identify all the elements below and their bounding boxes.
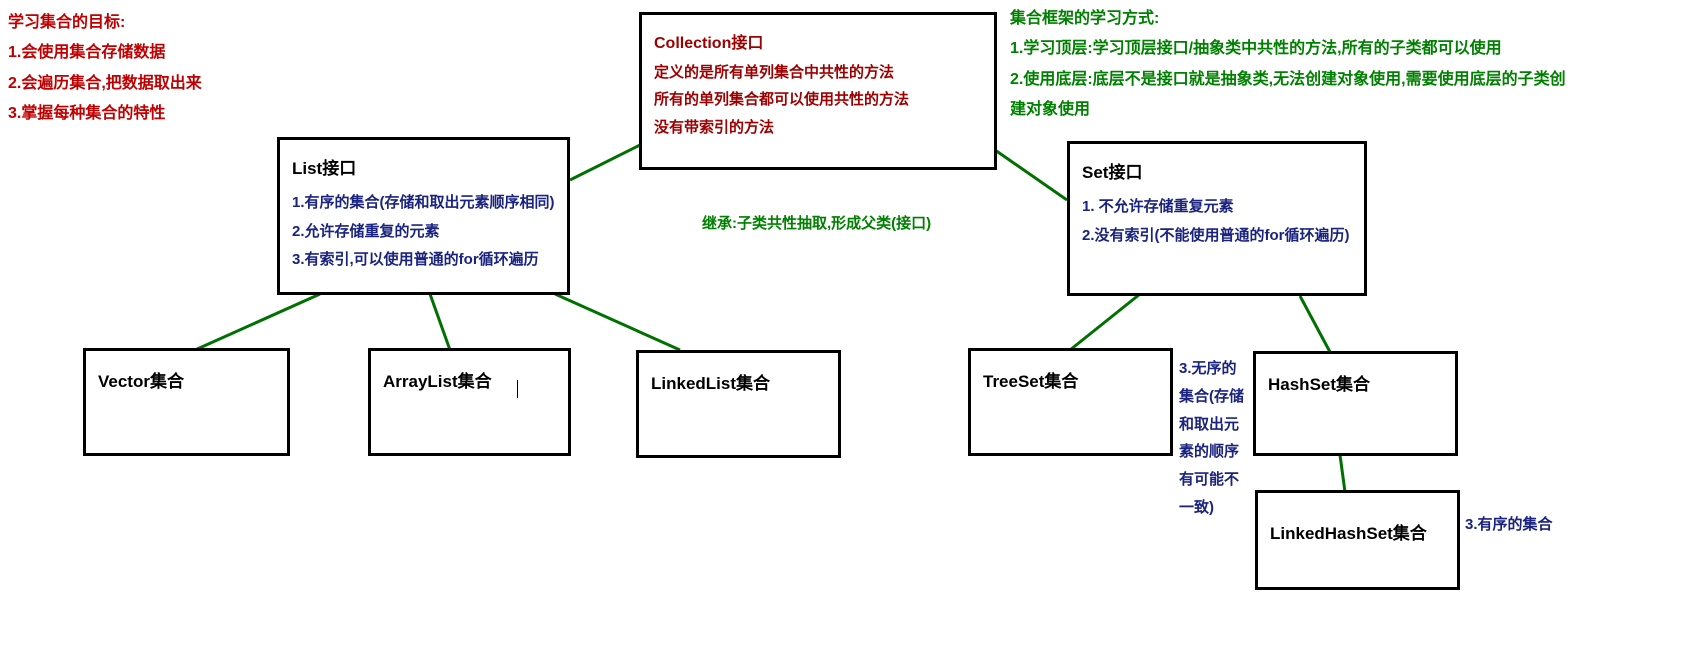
list-line-3: 3.有索引,可以使用普通的for循环遍历 — [292, 246, 555, 275]
study-method-item-1: 1.学习顶层:学习顶层接口/抽象类中共性的方法,所有的子类都可以使用 — [1010, 34, 1570, 64]
study-method: 集合框架的学习方式: 1.学习顶层:学习顶层接口/抽象类中共性的方法,所有的子类… — [1010, 4, 1570, 126]
linkedlist-title: LinkedList集合 — [651, 369, 826, 394]
treeset-title: TreeSet集合 — [983, 367, 1158, 392]
hashset-note: 3.无序的集合(存储和取出元素的顺序有可能不一致) — [1179, 355, 1251, 522]
collection-line-2: 所有的单列集合都可以使用共性的方法 — [654, 86, 982, 114]
linkedhashset-note: 3.有序的集合 — [1465, 511, 1553, 539]
collection-line-3: 没有带索引的方法 — [654, 114, 982, 142]
collection-title: Collection接口 — [654, 29, 982, 59]
linkedhashset-box: LinkedHashSet集合 — [1255, 490, 1460, 590]
list-title: List接口 — [292, 154, 555, 179]
study-method-title: 集合框架的学习方式: — [1010, 4, 1570, 34]
linkedlist-box: LinkedList集合 — [636, 350, 841, 458]
collection-line-1: 定义的是所有单列集合中共性的方法 — [654, 59, 982, 87]
set-line-1: 1. 不允许存储重复元素 — [1082, 193, 1352, 222]
arraylist-box: ArrayList集合 — [368, 348, 571, 456]
list-line-2: 2.允许存储重复的元素 — [292, 218, 555, 247]
set-title: Set接口 — [1082, 158, 1352, 183]
vector-title: Vector集合 — [98, 367, 275, 392]
collection-box: Collection接口 定义的是所有单列集合中共性的方法 所有的单列集合都可以… — [639, 12, 997, 170]
treeset-box: TreeSet集合 — [968, 348, 1173, 456]
linkedhashset-title: LinkedHashSet集合 — [1270, 519, 1445, 544]
set-box: Set接口 1. 不允许存储重复元素 2.没有索引(不能使用普通的for循环遍历… — [1067, 141, 1367, 296]
study-method-item-2: 2.使用底层:底层不是接口就是抽象类,无法创建对象使用,需要使用底层的子类创建对… — [1010, 65, 1570, 126]
list-line-1: 1.有序的集合(存储和取出元素顺序相同) — [292, 189, 555, 218]
text-cursor-icon — [517, 380, 518, 398]
goals-item-3: 3.掌握每种集合的特性 — [8, 99, 202, 129]
set-line-2: 2.没有索引(不能使用普通的for循环遍历) — [1082, 222, 1352, 251]
goals-item-2: 2.会遍历集合,把数据取出来 — [8, 69, 202, 99]
goals-title: 学习集合的目标: — [8, 8, 202, 38]
vector-box: Vector集合 — [83, 348, 290, 456]
list-box: List接口 1.有序的集合(存储和取出元素顺序相同) 2.允许存储重复的元素 … — [277, 137, 570, 295]
hashset-box: HashSet集合 — [1253, 351, 1458, 456]
arraylist-title: ArrayList集合 — [383, 367, 556, 392]
inherit-annotation: 继承:子类共性抽取,形成父类(接口) — [702, 212, 931, 233]
hashset-title: HashSet集合 — [1268, 370, 1443, 395]
goals-item-1: 1.会使用集合存储数据 — [8, 38, 202, 68]
learning-goals: 学习集合的目标: 1.会使用集合存储数据 2.会遍历集合,把数据取出来 3.掌握… — [8, 8, 202, 130]
